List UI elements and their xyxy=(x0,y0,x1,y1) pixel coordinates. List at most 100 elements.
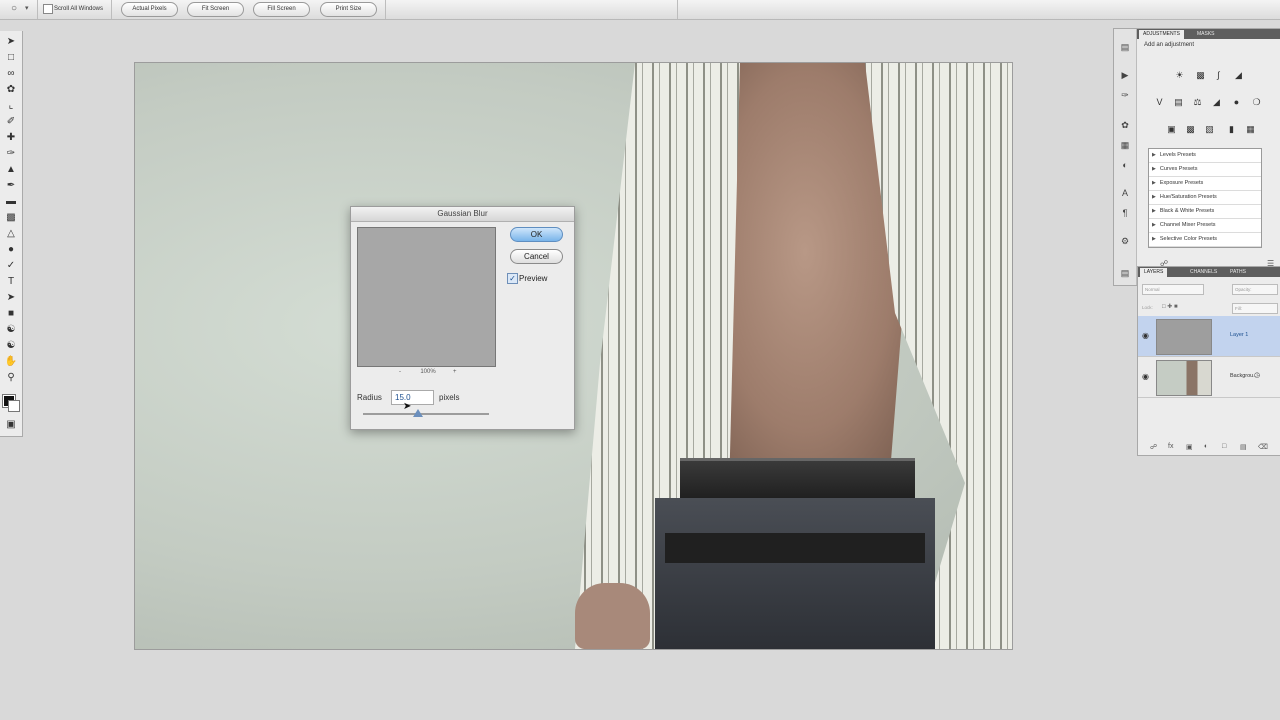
fit-screen-button[interactable]: Fit Screen xyxy=(187,2,244,17)
color-panel-icon[interactable]: ✿ xyxy=(1119,119,1131,131)
cancel-button[interactable]: Cancel xyxy=(510,249,563,264)
zoom-in-button[interactable]: + xyxy=(453,369,457,375)
3d-orbit-tool-icon[interactable]: ☯ xyxy=(4,340,18,352)
fill-screen-button[interactable]: Fill Screen xyxy=(253,2,310,17)
color-balance-icon[interactable]: ⚖ xyxy=(1191,96,1204,109)
preset-black-white[interactable]: ▶ Black & White Presets xyxy=(1149,205,1261,219)
brightness-contrast-icon[interactable]: ☀ xyxy=(1173,69,1186,82)
preset-levels[interactable]: ▶ Levels Presets xyxy=(1149,149,1261,163)
visibility-eye-icon[interactable]: ◉ xyxy=(1142,372,1149,381)
actions-panel-icon[interactable]: ▶ xyxy=(1119,69,1131,81)
pen-tool-icon[interactable]: ✓ xyxy=(4,260,18,272)
new-layer-icon[interactable]: ▤ xyxy=(1240,443,1247,451)
vibrance-icon[interactable]: V xyxy=(1153,96,1166,109)
exposure-icon[interactable]: ◢ xyxy=(1232,69,1245,82)
scroll-all-windows-checkbox[interactable] xyxy=(43,4,53,14)
blur-preview-window[interactable] xyxy=(357,227,496,367)
layer-row[interactable]: ◉ Layer 1 xyxy=(1138,316,1280,357)
crop-tool-icon[interactable]: ⌞ xyxy=(4,100,18,112)
fill-field[interactable]: Fill: xyxy=(1232,303,1278,314)
link-layers-icon[interactable]: ☍ xyxy=(1150,443,1157,451)
divider xyxy=(385,0,386,19)
layers-panel: LAYERS CHANNELS PATHS Normal Opacity: Lo… xyxy=(1137,266,1280,456)
background-color-swatch[interactable] xyxy=(8,400,20,412)
curves-icon[interactable]: ∫ xyxy=(1212,69,1225,82)
threshold-icon[interactable]: ▧ xyxy=(1203,123,1216,136)
gradient-map-icon[interactable]: ▮ xyxy=(1225,123,1238,136)
preset-curves[interactable]: ▶ Curves Presets xyxy=(1149,163,1261,177)
shape-tool-icon[interactable]: ■ xyxy=(4,308,18,320)
quick-mask-icon[interactable]: ▣ xyxy=(4,419,18,431)
preset-label: Hue/Saturation Presets xyxy=(1159,194,1217,200)
brush-tool-icon[interactable]: ✑ xyxy=(4,148,18,160)
invert-icon[interactable]: ▣ xyxy=(1165,123,1178,136)
hue-saturation-icon[interactable]: ▤ xyxy=(1172,96,1185,109)
preset-hue-saturation[interactable]: ▶ Hue/Saturation Presets xyxy=(1149,191,1261,205)
healing-brush-tool-icon[interactable]: ✚ xyxy=(4,132,18,144)
posterize-icon[interactable]: ▩ xyxy=(1184,123,1197,136)
tab-channels[interactable]: CHANNELS xyxy=(1186,268,1221,277)
radius-slider-track[interactable] xyxy=(363,413,489,415)
delete-layer-icon[interactable]: ⌫ xyxy=(1258,443,1268,451)
history-panel-icon[interactable]: ▤ xyxy=(1119,41,1131,53)
add-mask-icon[interactable]: ▣ xyxy=(1186,443,1193,451)
tab-layers[interactable]: LAYERS xyxy=(1140,268,1168,277)
hand-tool-icon[interactable]: ○ xyxy=(11,3,17,15)
tool-presets-panel-icon[interactable]: ⚙ xyxy=(1119,235,1131,247)
tab-masks[interactable]: MASKS xyxy=(1193,30,1219,39)
visibility-eye-icon[interactable]: ◉ xyxy=(1142,331,1149,340)
hand-tool-icon[interactable]: ✋ xyxy=(4,356,18,368)
blend-mode-select[interactable]: Normal xyxy=(1142,284,1204,295)
tab-adjustments[interactable]: ADJUSTMENTS xyxy=(1139,30,1184,39)
dodge-tool-icon[interactable]: ● xyxy=(4,244,18,256)
tab-paths[interactable]: PATHS xyxy=(1226,268,1250,277)
eyedropper-tool-icon[interactable]: ✐ xyxy=(4,116,18,128)
eraser-tool-icon[interactable]: ▬ xyxy=(4,196,18,208)
radius-input[interactable]: 15.0 xyxy=(391,390,434,405)
black-white-icon[interactable]: ◢ xyxy=(1210,96,1223,109)
layer-name[interactable]: Layer 1 xyxy=(1230,332,1248,338)
radius-slider-thumb[interactable] xyxy=(413,409,424,417)
tool-preset-picker-icon[interactable]: ▾ xyxy=(25,3,29,15)
layer-style-icon[interactable]: fx xyxy=(1168,443,1173,450)
styles-panel-icon[interactable]: ◐ xyxy=(1119,159,1131,171)
actual-pixels-button[interactable]: Actual Pixels xyxy=(121,2,178,17)
blur-tool-icon[interactable]: △ xyxy=(4,228,18,240)
gaussian-blur-dialog: Gaussian Blur - 100% + OK Cancel ✓ Previ… xyxy=(350,206,575,430)
character-panel-icon[interactable]: A xyxy=(1119,187,1131,199)
dialog-title[interactable]: Gaussian Blur xyxy=(351,207,574,222)
lasso-tool-icon[interactable]: ∞ xyxy=(4,68,18,80)
preset-selective-color[interactable]: ▶ Selective Color Presets xyxy=(1149,233,1261,247)
layers-footer: ☍ fx ▣ ◐ □ ▤ ⌫ xyxy=(1138,441,1280,455)
clone-stamp-tool-icon[interactable]: ▲ xyxy=(4,164,18,176)
3d-rotate-tool-icon[interactable]: ☯ xyxy=(4,324,18,336)
channel-mixer-icon[interactable]: ❍ xyxy=(1250,96,1263,109)
layers-panel-icon[interactable]: ▤ xyxy=(1119,267,1131,279)
expand-arrow-icon: ▶ xyxy=(1152,152,1156,158)
quick-selection-tool-icon[interactable]: ✿ xyxy=(4,84,18,96)
opacity-field[interactable]: Opacity: xyxy=(1232,284,1278,295)
paragraph-panel-icon[interactable]: ¶ xyxy=(1119,207,1131,219)
layer-row[interactable]: ◉ Backgrou... ◷ xyxy=(1138,357,1280,398)
zoom-tool-icon[interactable]: ⚲ xyxy=(4,372,18,384)
swatches-panel-icon[interactable]: ▦ xyxy=(1119,139,1131,151)
history-brush-tool-icon[interactable]: ✒ xyxy=(4,180,18,192)
path-selection-tool-icon[interactable]: ➤ xyxy=(4,292,18,304)
preset-exposure[interactable]: ▶ Exposure Presets xyxy=(1149,177,1261,191)
gradient-tool-icon[interactable]: ▩ xyxy=(4,212,18,224)
print-size-button[interactable]: Print Size xyxy=(320,2,377,17)
type-tool-icon[interactable]: T xyxy=(4,276,18,288)
preset-channel-mixer[interactable]: ▶ Channel Mixer Presets xyxy=(1149,219,1261,233)
preview-checkbox[interactable]: ✓ xyxy=(507,273,518,284)
selective-color-icon[interactable]: ▦ xyxy=(1244,123,1257,136)
new-adjustment-layer-icon[interactable]: ◐ xyxy=(1204,443,1208,450)
levels-icon[interactable]: ▩ xyxy=(1194,69,1207,82)
photo-filter-icon[interactable]: ● xyxy=(1230,96,1243,109)
lock-icons[interactable]: □ ✚ ■ xyxy=(1162,303,1178,312)
ok-button[interactable]: OK xyxy=(510,227,563,242)
move-tool-icon[interactable]: ➤ xyxy=(4,36,18,48)
marquee-tool-icon[interactable]: □ xyxy=(4,52,18,64)
brushes-panel-icon[interactable]: ✑ xyxy=(1119,89,1131,101)
new-group-icon[interactable]: □ xyxy=(1222,443,1226,450)
zoom-out-button[interactable]: - xyxy=(399,369,401,375)
